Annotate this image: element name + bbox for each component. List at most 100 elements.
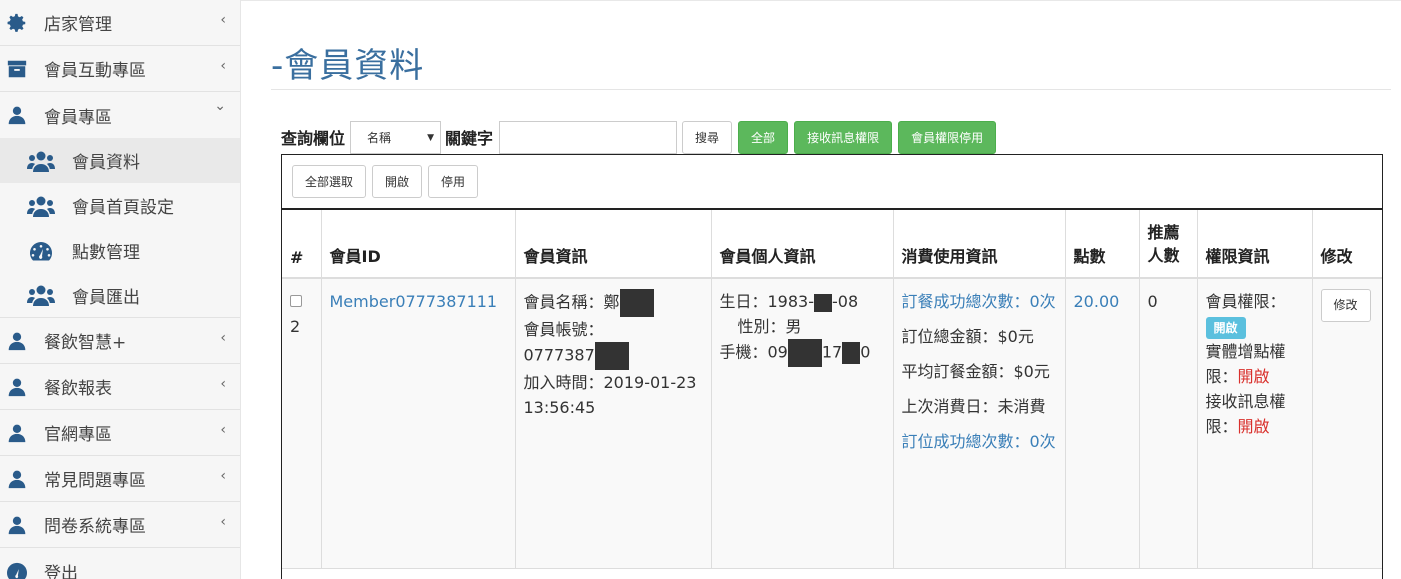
gender: 性別：男 xyxy=(737,317,802,336)
sidebar-item-label: 會員互動專區 xyxy=(44,61,146,81)
search-field-select[interactable]: 名稱 ▼ xyxy=(350,120,442,154)
sidebar-item-label: 登出 xyxy=(44,563,78,579)
last-consumption-date: 上次消費日：未消費 xyxy=(901,397,1046,416)
users-icon xyxy=(27,284,55,306)
redaction-block xyxy=(814,293,832,312)
disable-button[interactable]: 停用 xyxy=(428,165,479,198)
user-icon xyxy=(6,104,28,126)
divider xyxy=(241,0,1401,1)
sidebar-subitem-label: 會員匯出 xyxy=(72,287,140,308)
redaction-block xyxy=(842,342,861,364)
referrals-cell: 0 xyxy=(1139,278,1198,570)
column-header: 點數 xyxy=(1065,210,1140,279)
member-table: # 會員ID 會員資訊 會員個人資訊 消費使用資訊 點數 推薦人數 權限資訊 修… xyxy=(282,210,1382,570)
sidebar-item-member-area[interactable]: 會員專區 ⌄ xyxy=(0,92,240,138)
member-account-label: 會員帳號： xyxy=(523,320,604,339)
sidebar-item-member-interaction[interactable]: 會員互動專區 ‹ xyxy=(0,46,240,92)
chevron-left-icon: ‹ xyxy=(220,12,226,28)
column-header: 推薦人數 xyxy=(1139,210,1198,279)
column-header: 會員個人資訊 xyxy=(711,210,894,279)
edit-button[interactable]: 修改 xyxy=(1320,289,1371,322)
page-title: -會員資料 xyxy=(271,46,425,86)
user-icon xyxy=(6,330,28,352)
enable-button[interactable]: 開啟 xyxy=(372,165,423,198)
birthday-prefix: 生日：1983- xyxy=(719,292,815,311)
member-id-link[interactable]: Member0777387111 xyxy=(330,292,498,311)
points-cell: 20.00 xyxy=(1065,278,1140,570)
sidebar-item-survey[interactable]: 問卷系統專區 ‹ xyxy=(0,502,240,548)
search-field-label: 查詢欄位 xyxy=(281,129,346,148)
search-button[interactable]: 搜尋 xyxy=(682,120,733,154)
chevron-down-icon: ⌄ xyxy=(214,98,226,114)
sidebar-item-dining-report[interactable]: 餐飲報表 ‹ xyxy=(0,364,240,410)
member-table-panel: 全部選取 開啟 停用 # 會員ID 會員資訊 會員個人資訊 消費使用資訊 點數 … xyxy=(281,154,1383,579)
column-header: 修改 xyxy=(1312,210,1382,279)
dashboard-icon xyxy=(27,240,55,262)
member-join-time: 加入時間：2019-01-23 13:56:45 xyxy=(523,373,697,417)
member-permission-label: 會員權限： xyxy=(1205,292,1286,311)
member-info-cell: 會員名稱：鄭 會員帳號： 0777387 加入時間：2019-01-23 13:… xyxy=(515,278,712,570)
column-header: 會員資訊 xyxy=(515,210,712,279)
column-header: # xyxy=(282,210,322,279)
sidebar-subitem-member-home[interactable]: 會員首頁設定 xyxy=(0,183,240,228)
average-order-amount: 平均訂餐金額：$0元 xyxy=(901,362,1050,381)
booking-success-count[interactable]: 訂位成功總次數：0次 xyxy=(902,429,1057,454)
sidebar-item-dining-smart[interactable]: 餐飲智慧+ ‹ xyxy=(0,318,240,364)
user-icon xyxy=(6,514,28,536)
redaction-block xyxy=(594,342,629,370)
edit-cell: 修改 xyxy=(1312,278,1382,570)
select-all-button[interactable]: 全部選取 xyxy=(292,165,367,198)
personal-info-cell: 生日：1983- -08 性別：男 手機：09 17 0 xyxy=(711,278,894,570)
receive-msg-permission-button[interactable]: 接收訊息權限 xyxy=(794,120,893,154)
chevron-left-icon: ‹ xyxy=(220,422,226,438)
row-checkbox[interactable] xyxy=(290,295,302,307)
table-row: 2 Member0777387111 會員名稱：鄭 會員帳號： 0777387 … xyxy=(282,278,1382,570)
users-icon xyxy=(27,150,55,172)
redaction-block xyxy=(787,339,822,367)
phone-prefix: 手機：09 xyxy=(719,342,788,362)
booking-total-amount: 訂位總金額：$0元 xyxy=(901,327,1034,346)
search-field-select-value: 名稱 xyxy=(367,130,392,145)
referral-count: 0 xyxy=(1147,292,1158,311)
sidebar-item-store[interactable]: 店家管理 ‹ xyxy=(0,0,240,46)
bulk-action-bar: 全部選取 開啟 停用 xyxy=(282,154,1382,210)
table-header-row: # 會員ID 會員資訊 會員個人資訊 消費使用資訊 點數 推薦人數 權限資訊 修… xyxy=(282,210,1382,279)
order-success-count[interactable]: 訂餐成功總次數：0次 xyxy=(902,289,1057,314)
sidebar-item-label: 官網專區 xyxy=(44,425,112,445)
disable-member-permission-button[interactable]: 會員權限停用 xyxy=(898,120,997,154)
sidebar-subitem-member-export[interactable]: 會員匯出 xyxy=(0,273,240,318)
sidebar-item-label: 會員專區 xyxy=(44,107,112,128)
sidebar-item-faq[interactable]: 常見問題專區 ‹ xyxy=(0,456,240,502)
caret-down-icon: ▼ xyxy=(427,132,435,143)
sidebar-item-label: 店家管理 xyxy=(44,15,112,35)
table-next-row-edge xyxy=(282,568,1382,579)
keyword-input[interactable] xyxy=(499,120,678,154)
row-index: 2 xyxy=(290,317,301,336)
chevron-left-icon: ‹ xyxy=(220,58,226,74)
member-permission-badge: 開啟 xyxy=(1205,317,1246,339)
keyword-label: 關鍵字 xyxy=(445,129,494,148)
points-link[interactable]: 20.00 xyxy=(1074,292,1120,311)
column-header: 消費使用資訊 xyxy=(893,210,1066,279)
sidebar-subitem-label: 會員首頁設定 xyxy=(72,198,174,218)
message-permission-status: 開啟 xyxy=(1237,417,1270,436)
main-content: -會員資料 查詢欄位 名稱 ▼ 關鍵字 搜尋 全部 接收訊息權限 會員權限停用 … xyxy=(241,0,1401,579)
column-header: 會員ID xyxy=(321,210,516,279)
users-icon xyxy=(27,195,55,217)
member-id-cell: Member0777387111 xyxy=(321,278,516,570)
sidebar-item-logout[interactable]: 登出 xyxy=(0,548,240,579)
sidebar-item-label: 問卷系統專區 xyxy=(44,517,146,537)
divider xyxy=(271,89,1391,90)
sidebar-item-label: 餐飲報表 xyxy=(44,379,112,399)
member-name: 會員名稱：鄭 xyxy=(523,292,620,312)
sidebar-subitem-member-data[interactable]: 會員資料 xyxy=(0,138,240,183)
sidebar-subitem-points[interactable]: 點數管理 xyxy=(0,228,240,273)
chevron-left-icon: ‹ xyxy=(220,468,226,484)
permission-info-cell: 會員權限： 開啟 實體增點權限：開啟 接收訊息權限：開啟 xyxy=(1197,278,1313,570)
all-button[interactable]: 全部 xyxy=(738,120,789,154)
sidebar-subitem-label: 點數管理 xyxy=(72,243,140,263)
search-bar: 查詢欄位 名稱 ▼ 關鍵字 搜尋 全部 接收訊息權限 會員權限停用 xyxy=(281,120,1002,154)
sidebar-item-label: 餐飲智慧+ xyxy=(44,333,127,353)
birthday-suffix: -08 xyxy=(832,292,859,311)
sidebar-item-website[interactable]: 官網專區 ‹ xyxy=(0,410,240,456)
